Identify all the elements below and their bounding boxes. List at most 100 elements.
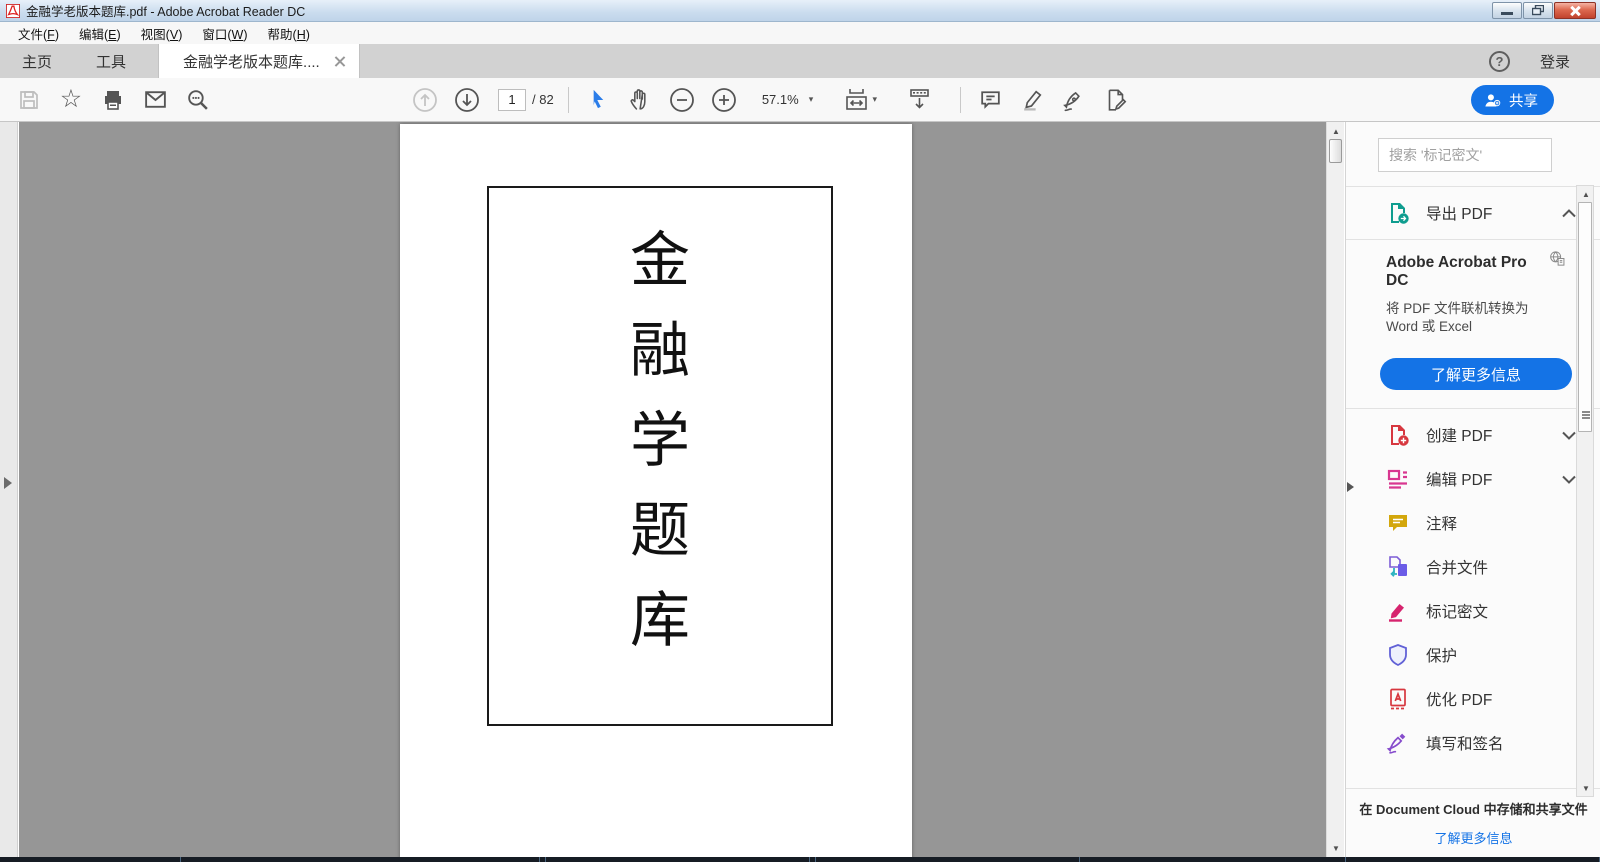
- page-scrolling-button[interactable]: [902, 83, 936, 117]
- title-bar[interactable]: 金融学老版本题库.pdf - Adobe Acrobat Reader DC: [0, 0, 1600, 22]
- search-icon: [187, 90, 208, 110]
- arrow-down-circle-icon: [455, 87, 479, 112]
- share-button[interactable]: 共享: [1471, 85, 1554, 115]
- comment-tool-button[interactable]: [973, 83, 1007, 117]
- edit-pdf-icon: [1387, 470, 1407, 490]
- page-number-input[interactable]: 1: [498, 88, 526, 111]
- zoom-dropdown-caret-icon[interactable]: ▾: [809, 94, 814, 105]
- panel-scrollbar-thumb[interactable]: [1578, 202, 1592, 432]
- plus-circle-icon: [711, 87, 736, 112]
- cursor-arrow-icon: [593, 89, 604, 109]
- minimize-button[interactable]: [1492, 2, 1522, 19]
- pdf-title-box: 金 融 学 题 库: [487, 186, 833, 726]
- divider: [1346, 239, 1600, 240]
- learn-more-button[interactable]: 了解更多信息: [1380, 358, 1572, 391]
- collapse-tools-panel-icon[interactable]: [1347, 482, 1354, 492]
- scroll-up-icon[interactable]: ▲: [1327, 123, 1345, 139]
- chevron-up-icon[interactable]: [1562, 208, 1576, 218]
- menu-edit[interactable]: 编辑(E): [69, 22, 131, 45]
- scrolling-mode-icon: [909, 89, 929, 109]
- footer-learn-more-link[interactable]: 了解更多信息: [1354, 828, 1593, 847]
- tools-panel: 搜索 '标记密文' 导出 PDF Adobe Acrobat Pro DC 将 …: [1345, 122, 1600, 857]
- chevron-down-icon[interactable]: [1562, 431, 1576, 440]
- select-tool-button[interactable]: [581, 83, 615, 117]
- combine-files-icon: [1389, 556, 1407, 578]
- tools-search-placeholder: 搜索 '标记密文': [1389, 147, 1483, 163]
- taskbar-edge: [0, 857, 1600, 862]
- tab-close-icon[interactable]: [334, 56, 345, 67]
- tool-export-pdf[interactable]: 导出 PDF: [1346, 191, 1600, 235]
- document-scrollbar-thumb[interactable]: [1329, 139, 1342, 163]
- expand-nav-pane-icon[interactable]: [4, 477, 12, 489]
- zoom-level-value[interactable]: 57.1%: [755, 92, 799, 107]
- fit-dropdown-caret-icon[interactable]: ▾: [872, 94, 877, 105]
- navigation-pane-strip: [0, 122, 18, 857]
- favorite-button[interactable]: ☆: [54, 83, 88, 117]
- panel-scroll-up-icon[interactable]: ▲: [1577, 186, 1595, 202]
- tool-edit-pdf[interactable]: 编辑 PDF: [1346, 457, 1600, 501]
- print-button[interactable]: [96, 83, 130, 117]
- pdf-title-char: 题: [630, 496, 690, 566]
- menu-help[interactable]: 帮助(H): [258, 22, 320, 45]
- tool-fill-sign[interactable]: 填写和签名: [1346, 721, 1600, 765]
- hand-icon: [630, 89, 646, 110]
- main-area: 金 融 学 题 库 ▲ ▼ 搜索 '标记密文' 导出 PDF Adobe Acr…: [0, 122, 1600, 857]
- export-pdf-icon: [1391, 203, 1409, 224]
- previous-page-button[interactable]: [408, 83, 442, 117]
- highlight-tool-button[interactable]: [1015, 83, 1049, 117]
- taskbar-window-segment: [1345, 857, 1600, 862]
- tab-tools[interactable]: 工具: [74, 44, 148, 78]
- zoom-in-button[interactable]: [707, 83, 741, 117]
- document-scrollbar[interactable]: ▲ ▼: [1326, 122, 1344, 857]
- taskbar-window-segment: [180, 857, 540, 862]
- tool-label: 导出 PDF: [1426, 206, 1493, 223]
- stamp-sign-document-button[interactable]: [1099, 83, 1133, 117]
- scrollbar-grip: [1582, 411, 1590, 413]
- acrobat-app-icon: [6, 3, 20, 18]
- tab-home[interactable]: 主页: [0, 44, 74, 78]
- tools-panel-scrollbar[interactable]: ▲ ▼: [1576, 185, 1594, 797]
- tool-combine-files[interactable]: 合并文件: [1346, 545, 1600, 589]
- restore-button[interactable]: [1523, 2, 1553, 19]
- panel-scroll-down-icon[interactable]: ▼: [1577, 780, 1595, 796]
- find-button[interactable]: [180, 83, 214, 117]
- zoom-out-button[interactable]: [665, 83, 699, 117]
- restore-icon: [1532, 5, 1544, 16]
- chevron-down-icon[interactable]: [1562, 475, 1576, 484]
- hand-tool-button[interactable]: [623, 83, 657, 117]
- help-icon[interactable]: ?: [1488, 50, 1510, 72]
- divider: [1346, 186, 1600, 187]
- login-button[interactable]: 登录: [1540, 51, 1570, 72]
- tool-redact[interactable]: 标记密文: [1346, 589, 1600, 633]
- toolbar-divider: [960, 86, 961, 113]
- pdf-page[interactable]: 金 融 学 题 库: [400, 124, 912, 857]
- highlighter-icon: [1023, 90, 1041, 111]
- tool-protect[interactable]: 保护: [1346, 633, 1600, 677]
- menu-view[interactable]: 视图(V): [131, 22, 193, 45]
- tool-label: 创建 PDF: [1426, 428, 1493, 446]
- tab-document-active[interactable]: 金融学老版本题库....: [158, 44, 360, 78]
- tool-comment[interactable]: 注释: [1346, 501, 1600, 545]
- tools-search-input[interactable]: 搜索 '标记密文': [1378, 138, 1552, 172]
- email-button[interactable]: [138, 83, 172, 117]
- document-cloud-footer: 在 Document Cloud 中存储和共享文件 了解更多信息: [1346, 787, 1600, 857]
- divider: [1346, 408, 1600, 410]
- close-button[interactable]: [1554, 2, 1596, 19]
- document-view[interactable]: 金 融 学 题 库: [19, 122, 1326, 857]
- page-count-label: / 82: [532, 92, 554, 107]
- share-label: 共享: [1509, 93, 1538, 110]
- tool-create-pdf[interactable]: 创建 PDF: [1346, 413, 1600, 457]
- fit-width-icon: [846, 89, 868, 110]
- sign-tool-button[interactable]: [1057, 83, 1091, 117]
- menu-file[interactable]: 文件(F): [8, 22, 69, 45]
- scroll-down-icon[interactable]: ▼: [1327, 840, 1345, 856]
- menu-window[interactable]: 窗口(W): [192, 22, 257, 45]
- next-page-button[interactable]: [450, 83, 484, 117]
- fit-width-button[interactable]: ▾: [840, 83, 880, 117]
- tool-label: 填写和签名: [1426, 736, 1504, 754]
- pdf-title-char: 融: [630, 316, 690, 386]
- tool-optimize-pdf[interactable]: 优化 PDF: [1346, 677, 1600, 721]
- taskbar-window-segment: [815, 857, 1080, 862]
- save-button[interactable]: [12, 83, 46, 117]
- star-icon: ☆: [59, 85, 83, 113]
